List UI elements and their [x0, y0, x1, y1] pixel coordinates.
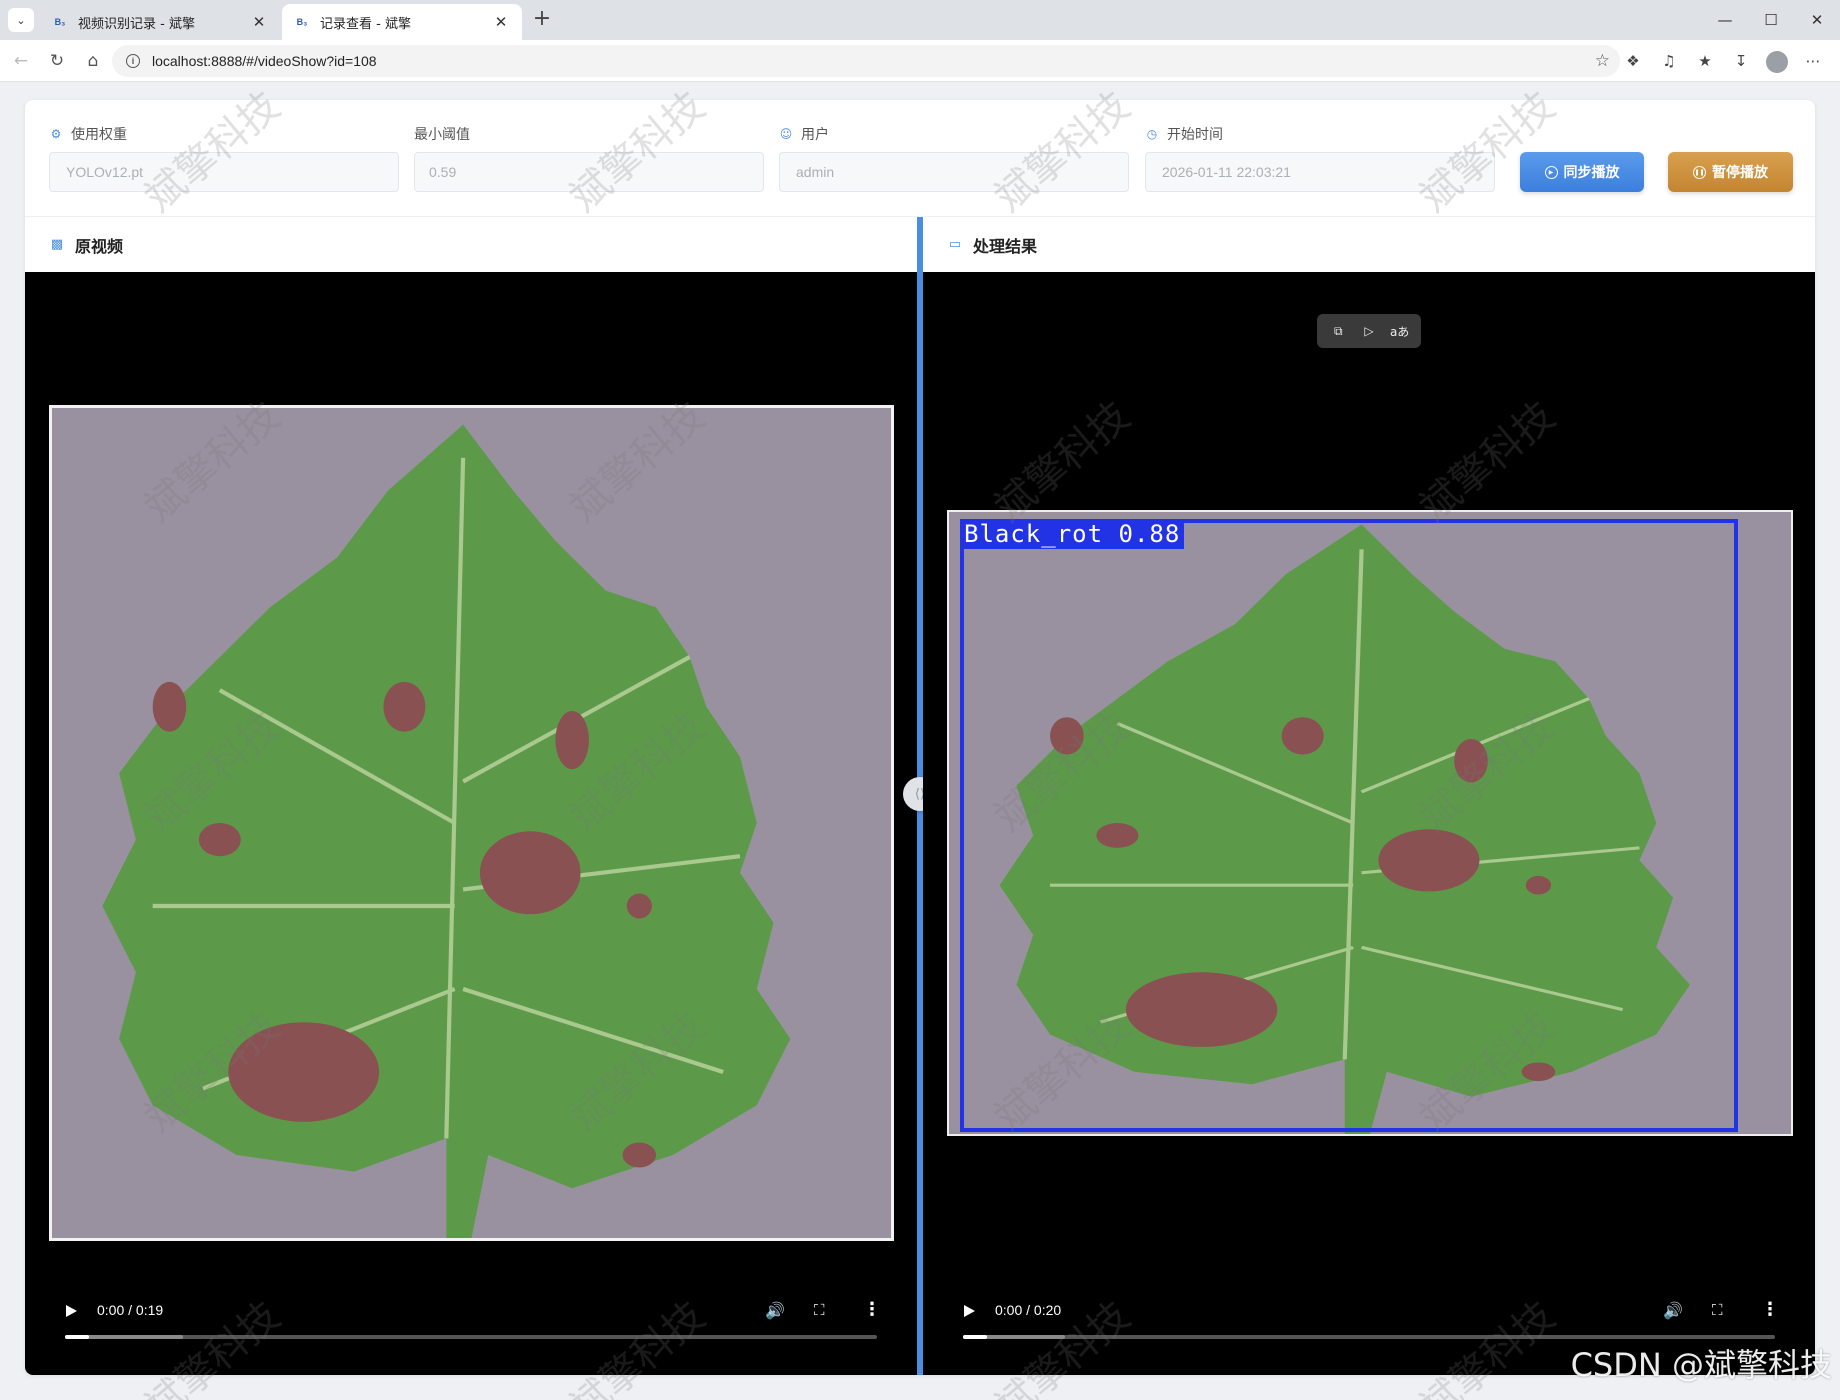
- more-vertical-icon[interactable]: ⋮: [1761, 1299, 1779, 1320]
- result-video-progress[interactable]: [963, 1335, 1775, 1339]
- favorites-icon[interactable]: ★: [1692, 49, 1718, 73]
- url-field[interactable]: i localhost:8888/#/videoShow?id=108 ☆: [112, 45, 1620, 77]
- volume-icon[interactable]: 🔊: [765, 1301, 785, 1320]
- progress-played: [963, 1335, 988, 1339]
- translate-icon[interactable]: aあ: [1388, 319, 1412, 343]
- address-bar-row: ← ↻ ⌂ i localhost:8888/#/videoShow?id=10…: [0, 40, 1840, 82]
- window-controls: — ☐ ✕: [1702, 0, 1840, 40]
- chevron-down-icon: ⌄: [16, 13, 26, 27]
- close-icon[interactable]: ✕: [250, 13, 268, 31]
- new-tab-button[interactable]: +: [530, 8, 554, 32]
- threshold-label: 最小阈值: [414, 127, 470, 143]
- browser-tab-bar: ⌄ B₃ 视频识别记录 - 斌擎 ✕ B₃ 记录查看 - 斌擎 ✕ + — ☐ …: [0, 0, 1840, 40]
- result-video-panel: ▭ 处理结果 ⧉ ▷ aあ Black_rot 0.88 0:00 / 0:20…: [923, 217, 1815, 1375]
- play-circle-icon: ▶: [1544, 165, 1558, 179]
- grape-leaf-image: [52, 408, 891, 1238]
- original-video-panel: ▩ 原视频 0:00 / 0:19 🔊 ⛶ ⋮: [25, 217, 917, 1375]
- result-video-player[interactable]: ⧉ ▷ aあ Black_rot 0.88 0:00 / 0:20 🔊 ⛶ ⋮: [923, 272, 1815, 1375]
- close-icon[interactable]: ✕: [492, 13, 510, 31]
- browser-toolbar-icons: ❖ ♫ ★ ↧ ⋯: [1620, 49, 1826, 73]
- maximize-icon[interactable]: ☐: [1748, 0, 1794, 40]
- browser-tab-record-view[interactable]: B₃ 记录查看 - 斌擎 ✕: [282, 4, 522, 40]
- site-info-icon[interactable]: i: [126, 54, 140, 68]
- fullscreen-icon[interactable]: ⛶: [1712, 1301, 1723, 1319]
- home-icon[interactable]: ⌂: [80, 49, 106, 73]
- pause-play-button[interactable]: ❚❚ 暂停播放: [1668, 152, 1793, 192]
- gear-icon: ⚙: [50, 127, 62, 141]
- more-vertical-icon[interactable]: ⋮: [863, 1299, 881, 1320]
- start-time-input[interactable]: 2026-01-11 22:03:21: [1145, 152, 1495, 192]
- tab-actions-menu-button[interactable]: ⌄: [8, 8, 34, 32]
- picture-in-picture-icon[interactable]: ▷: [1357, 319, 1381, 343]
- favorite-star-icon[interactable]: ☆: [1595, 51, 1610, 71]
- weight-label: 使用权重: [71, 127, 127, 143]
- tab-title: 记录查看 - 斌擎: [320, 16, 411, 32]
- original-video-progress[interactable]: [65, 1335, 877, 1339]
- back-arrow-icon[interactable]: ←: [8, 49, 34, 73]
- detection-bounding-box: [960, 519, 1738, 1132]
- reload-icon[interactable]: ↻: [44, 49, 70, 73]
- weight-input[interactable]: YOLOv12.pt: [49, 152, 399, 192]
- user-label: 用户: [801, 127, 829, 143]
- result-video-header: ▭ 处理结果: [923, 217, 1815, 272]
- play-icon[interactable]: [63, 1303, 79, 1319]
- start-time-label: 开始时间: [1167, 127, 1223, 143]
- pause-circle-icon: ❚❚: [1693, 165, 1706, 179]
- profile-avatar-icon[interactable]: [1764, 49, 1790, 73]
- user-icon: ☺: [779, 127, 793, 141]
- original-video-title: 原视频: [75, 236, 124, 256]
- extensions-icon[interactable]: ❖: [1620, 49, 1646, 73]
- result-video-time: 0:00 / 0:20: [995, 1302, 1062, 1318]
- site-favicon-icon: B₃: [54, 17, 66, 27]
- site-favicon-icon: B₃: [296, 17, 308, 27]
- user-input[interactable]: admin: [779, 152, 1129, 192]
- play-icon[interactable]: [961, 1303, 977, 1319]
- record-view-card: ⚙ 使用权重 YOLOv12.pt 最小阈值 0.59 ☺ 用户 admin ◷…: [25, 100, 1815, 1375]
- volume-icon[interactable]: 🔊: [1663, 1301, 1683, 1320]
- csdn-watermark: CSDN @斌擎科技: [1570, 1346, 1832, 1384]
- original-video-header: ▩ 原视频: [25, 217, 917, 272]
- clock-icon: ◷: [1146, 127, 1158, 141]
- fullscreen-icon[interactable]: ⛶: [814, 1301, 825, 1319]
- detection-label: Black_rot 0.88: [960, 519, 1185, 549]
- window-close-icon[interactable]: ✕: [1794, 0, 1840, 40]
- record-info-row: ⚙ 使用权重 YOLOv12.pt 最小阈值 0.59 ☺ 用户 admin ◷…: [25, 100, 1815, 217]
- original-video-player[interactable]: 0:00 / 0:19 🔊 ⛶ ⋮: [25, 272, 917, 1375]
- result-video-title: 处理结果: [973, 236, 1038, 256]
- download-icon[interactable]: ↧: [1728, 49, 1754, 73]
- url-text: localhost:8888/#/videoShow?id=108: [152, 53, 377, 69]
- pause-play-label: 暂停播放: [1712, 165, 1768, 181]
- original-video-time: 0:00 / 0:19: [97, 1302, 164, 1318]
- more-options-icon[interactable]: ⋯: [1800, 49, 1826, 73]
- progress-played: [65, 1335, 90, 1339]
- tab-title: 视频识别记录 - 斌擎: [78, 16, 195, 32]
- sync-play-button[interactable]: ▶ 同步播放: [1520, 152, 1644, 192]
- video-camera-icon: ▩: [50, 237, 64, 252]
- minimize-icon[interactable]: —: [1702, 0, 1748, 40]
- monitor-icon: ▭: [948, 237, 962, 252]
- media-control-icon[interactable]: ♫: [1656, 49, 1682, 73]
- original-video-frame: [49, 405, 894, 1241]
- page-body: ⚙ 使用权重 YOLOv12.pt 最小阈值 0.59 ☺ 用户 admin ◷…: [0, 82, 1840, 1400]
- browser-tab-video-records[interactable]: B₃ 视频识别记录 - 斌擎 ✕: [40, 4, 280, 40]
- original-video-controls: 0:00 / 0:19 🔊 ⛶ ⋮: [25, 1265, 917, 1375]
- threshold-input[interactable]: 0.59: [414, 152, 764, 192]
- sync-play-label: 同步播放: [1563, 165, 1620, 181]
- screenshot-icon[interactable]: ⧉: [1326, 319, 1350, 343]
- video-overlay-toolbar: ⧉ ▷ aあ: [1317, 314, 1421, 348]
